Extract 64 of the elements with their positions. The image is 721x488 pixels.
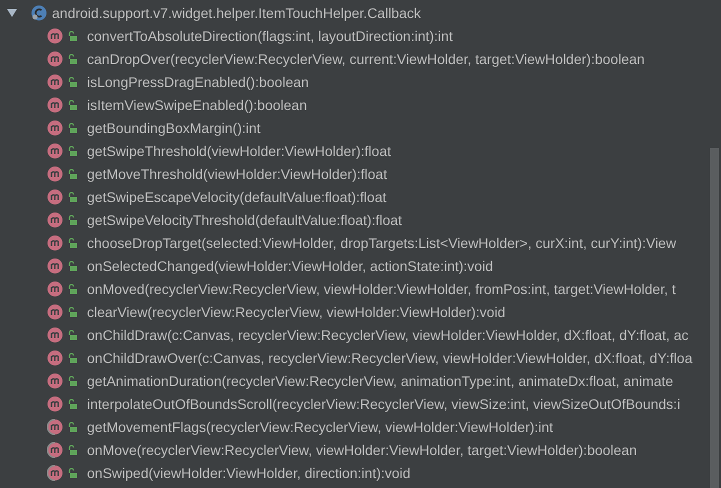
class-name: android.support.v7.widget.helper.ItemTouchHelper.Callback — [52, 4, 421, 20]
public-lock-icon — [68, 306, 77, 316]
public-lock-icon — [68, 468, 77, 478]
method-icon — [47, 234, 63, 250]
method-signature[interactable]: onSelectedChanged(viewHolder:ViewHolder, actionState:int):void — [87, 258, 493, 274]
method-signature[interactable]: onMove(recyclerView:RecyclerView, viewHolder:ViewHolder, target:ViewHolder):boolean — [87, 442, 637, 458]
public-lock-icon — [68, 376, 77, 386]
public-lock-icon — [68, 330, 77, 340]
method-signature[interactable]: canDropOver(recyclerView:RecyclerView, current:ViewHolder, target:ViewHolder):boolean — [87, 50, 645, 66]
method-icon — [47, 50, 63, 66]
public-lock-icon — [68, 30, 77, 40]
public-lock-icon — [68, 422, 77, 432]
public-lock-icon — [68, 54, 77, 64]
method-icon — [47, 142, 63, 158]
expanded-arrow-icon[interactable] — [6, 8, 18, 18]
method-signature[interactable]: onSwiped(viewHolder:ViewHolder, direction:int):void — [87, 464, 410, 480]
method-signature[interactable]: convertToAbsoluteDirection(flags:int, layoutDirection:int):int — [87, 28, 453, 44]
scrollbar[interactable] — [710, 148, 719, 488]
method-signature[interactable]: onMoved(recyclerView:RecyclerView, viewHolder:ViewHolder, fromPos:int, target:ViewHolder, t — [87, 280, 676, 296]
abstract-method-icon — [47, 442, 63, 458]
public-lock-icon — [68, 192, 77, 202]
public-lock-icon — [68, 146, 77, 156]
public-lock-icon — [68, 398, 77, 408]
method-signature[interactable]: interpolateOutOfBoundsScroll(recyclerView:RecyclerView, viewSize:int, viewSizeOutOfBounds:i — [87, 396, 680, 412]
method-signature[interactable]: getSwipeVelocityThreshold(defaultValue:float):float — [87, 212, 402, 228]
method-signature[interactable]: getMovementFlags(recyclerView:RecyclerView, viewHolder:ViewHolder):int — [87, 418, 554, 434]
public-lock-icon — [68, 122, 77, 132]
method-icon — [47, 350, 63, 366]
method-icon — [47, 372, 63, 388]
public-lock-icon — [68, 444, 77, 454]
method-icon — [47, 280, 63, 296]
method-icon — [47, 96, 63, 112]
method-signature[interactable]: isItemViewSwipeEnabled():boolean — [87, 96, 307, 112]
method-signature[interactable]: getSwipeThreshold(viewHolder:ViewHolder):float — [87, 142, 391, 158]
method-signature[interactable]: onChildDraw(c:Canvas, recyclerView:RecyclerView, viewHolder:ViewHolder, dX:float, dY:float, ac — [87, 326, 688, 342]
abstract-method-icon — [47, 464, 63, 480]
method-icon — [47, 396, 63, 412]
public-lock-icon — [68, 352, 77, 362]
public-lock-icon — [68, 260, 77, 270]
public-lock-icon — [68, 214, 77, 224]
method-icon — [47, 258, 63, 274]
public-lock-icon — [68, 168, 77, 178]
method-icon — [47, 188, 63, 204]
method-signature[interactable]: onChildDrawOver(c:Canvas, recyclerView:RecyclerView, viewHolder:ViewHolder, dX:float, dY:floa — [87, 350, 692, 366]
public-lock-icon — [68, 100, 77, 110]
method-signature[interactable]: chooseDropTarget(selected:ViewHolder, dropTargets:List<ViewHolder>, curX:int, curY:int):View — [87, 234, 676, 250]
method-signature[interactable]: clearView(recyclerView:RecyclerView, viewHolder:ViewHolder):void — [87, 304, 506, 320]
method-icon — [47, 326, 63, 342]
method-icon — [47, 304, 63, 320]
method-signature[interactable]: getMoveThreshold(viewHolder:ViewHolder):float — [87, 166, 388, 182]
method-icon — [47, 166, 63, 182]
method-icon — [47, 74, 63, 90]
method-icon — [47, 120, 63, 136]
method-icon — [47, 212, 63, 228]
method-signature[interactable]: getAnimationDuration(recyclerView:RecyclerView, animationType:int, animateDx:float, animate — [87, 372, 674, 388]
abstract-method-icon — [47, 418, 63, 434]
public-lock-icon — [68, 76, 77, 86]
method-signature[interactable]: getBoundingBoxMargin():int — [87, 120, 261, 136]
method-icon — [47, 28, 63, 44]
method-signature[interactable]: getSwipeEscapeVelocity(defaultValue:float):float — [87, 188, 386, 204]
public-lock-icon — [68, 284, 77, 294]
public-lock-icon — [68, 238, 77, 248]
class-icon — [31, 4, 47, 20]
method-signature[interactable]: isLongPressDragEnabled():boolean — [87, 74, 309, 90]
